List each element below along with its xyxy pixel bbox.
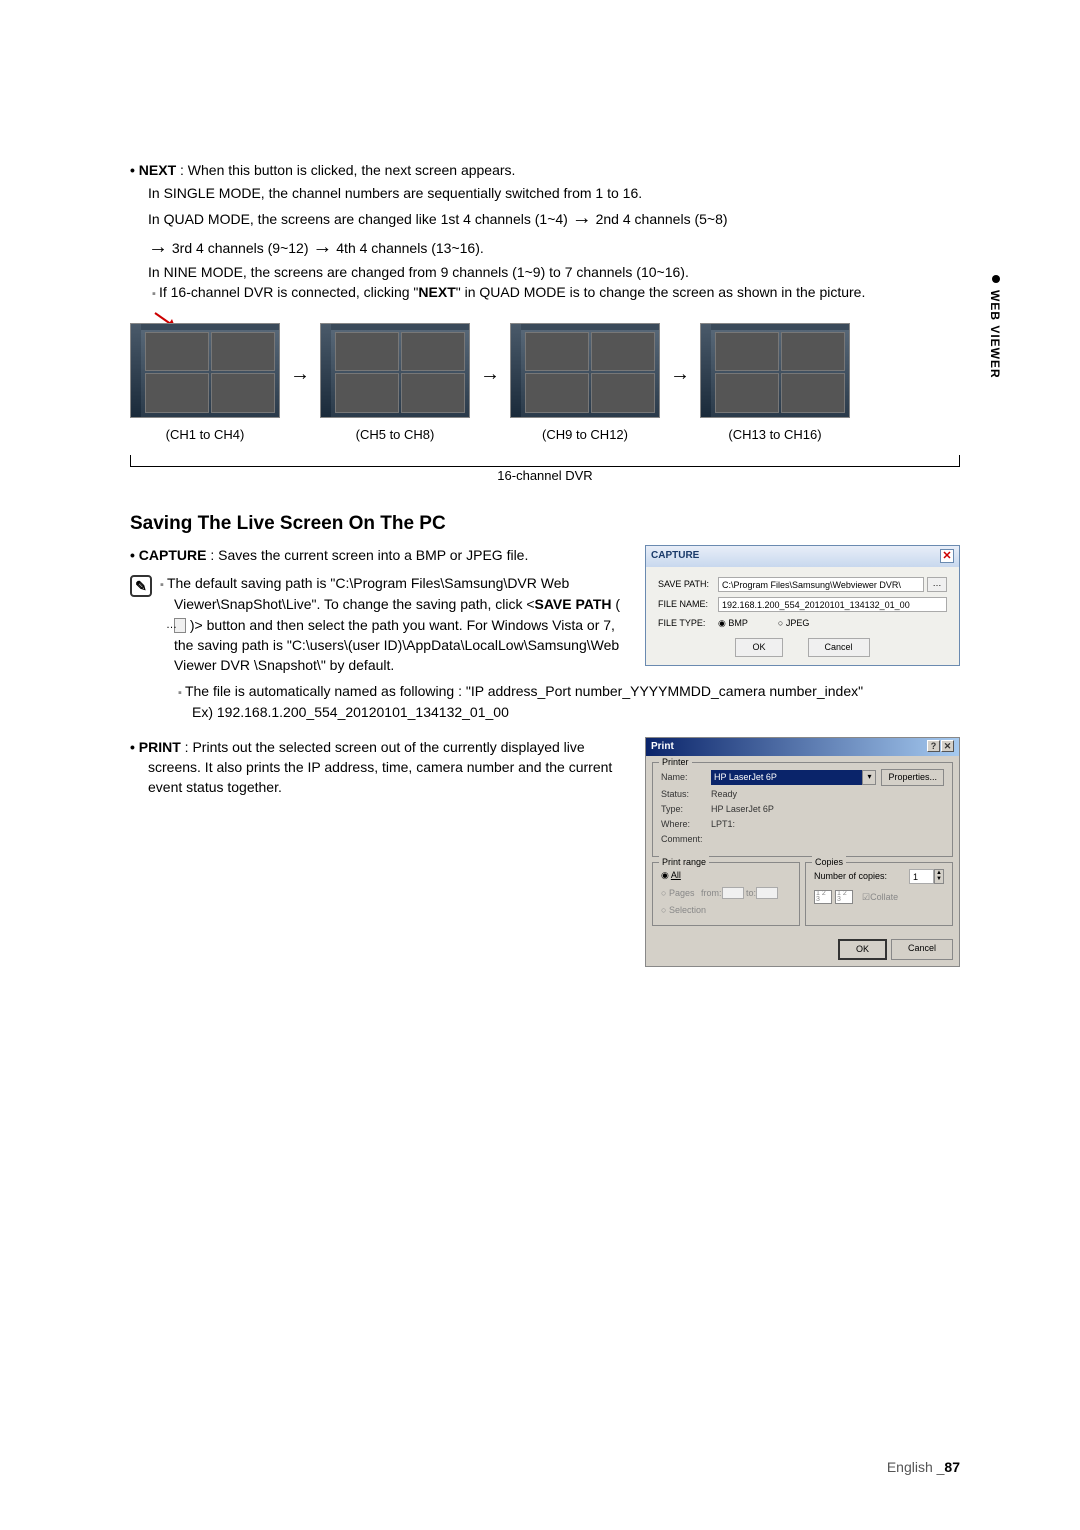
- next-line1: In SINGLE MODE, the channel numbers are …: [148, 183, 960, 203]
- bracket: [130, 455, 960, 467]
- next-line3: 3rd 4 channels (9~12) 4th 4 channels (13…: [148, 233, 960, 262]
- comment-label: Comment:: [661, 833, 711, 846]
- collate-icon: 1 2 3: [835, 890, 853, 904]
- where-value: LPT1:: [711, 818, 735, 831]
- capture-note2-ex: Ex) 192.168.1.200_554_20120101_134132_01…: [178, 702, 960, 722]
- print-dialog: Print ? ✕ Printer Name: HP LaserJet 6P ▾…: [645, 737, 960, 967]
- close-icon[interactable]: ✕: [941, 740, 954, 752]
- printer-group: Printer Name: HP LaserJet 6P ▾ Propertie…: [652, 762, 953, 857]
- help-icon[interactable]: ?: [927, 740, 940, 752]
- ch-label-2: (CH5 to CH8): [320, 426, 470, 445]
- arrow-icon: [572, 207, 592, 229]
- type-value: HP LaserJet 6P: [711, 803, 774, 816]
- quad-group-4: (CH13 to CH16): [700, 323, 850, 445]
- section-heading: Saving The Live Screen On The PC: [130, 510, 960, 538]
- print-dialog-title: Print: [651, 740, 674, 755]
- cancel-button[interactable]: Cancel: [891, 939, 953, 960]
- print-section: PRINT : Prints out the selected screen o…: [130, 737, 960, 967]
- radio-jpeg[interactable]: JPEG: [778, 617, 809, 630]
- arrow-icon: [290, 360, 310, 389]
- save-path-input[interactable]: C:\Program Files\Samsung\Webviewer DVR\: [718, 577, 924, 592]
- name-label: Name:: [661, 771, 711, 784]
- ok-button[interactable]: OK: [838, 939, 887, 960]
- copies-label: Number of copies:: [814, 870, 909, 883]
- capture-bullet: CAPTURE : Saves the current screen into …: [148, 545, 625, 565]
- browse-button[interactable]: …: [927, 577, 947, 592]
- chevron-down-icon[interactable]: ▾: [862, 770, 876, 785]
- radio-bmp[interactable]: BMP: [718, 617, 748, 630]
- save-path-button-icon: …: [174, 618, 186, 633]
- save-path-label: SAVE PATH:: [658, 578, 718, 591]
- copies-input[interactable]: 1: [909, 869, 934, 884]
- quad-group-2: (CH5 to CH8): [320, 323, 470, 445]
- radio-selection: [661, 905, 669, 915]
- properties-button[interactable]: Properties...: [881, 769, 944, 786]
- copies-group: Copies Number of copies: 1 ▲▼ 1 2 3 1 2 …: [805, 862, 953, 925]
- side-bullet: [992, 275, 1000, 283]
- quad-group-1: (CH1 to CH4): [130, 323, 280, 445]
- quad-group-3: (CH9 to CH12): [510, 323, 660, 445]
- type-label: Type:: [661, 803, 711, 816]
- collate-icon: 1 2 3: [814, 890, 832, 904]
- capture-section: CAPTURE : Saves the current screen into …: [130, 545, 960, 675]
- page-footer: English _87: [887, 1459, 960, 1475]
- ok-button[interactable]: OK: [735, 638, 782, 657]
- ch-label-3: (CH9 to CH12): [510, 426, 660, 445]
- capture-dialog: CAPTURE ✕ SAVE PATH: C:\Program Files\Sa…: [645, 545, 960, 666]
- print-range-group: Print range All Pages from: to: Selectio…: [652, 862, 800, 925]
- quad-sequence: (CH1 to CH4) (CH5 to CH8) (CH9 to CH12) …: [130, 323, 960, 486]
- capture-dialog-title: CAPTURE: [651, 549, 699, 564]
- capture-note1: The default saving path is "C:\Program F…: [160, 573, 625, 675]
- print-label: PRINT: [139, 739, 181, 755]
- spinner[interactable]: ▲▼: [934, 869, 944, 884]
- cancel-button[interactable]: Cancel: [808, 638, 870, 657]
- arrow-icon: [480, 360, 500, 389]
- print-desc: : Prints out the selected screen out of …: [148, 739, 612, 796]
- close-icon[interactable]: ✕: [940, 549, 954, 563]
- arrow-icon: [312, 236, 332, 258]
- radio-pages: [661, 888, 669, 898]
- capture-note-row: ✎ The default saving path is "C:\Program…: [130, 573, 625, 675]
- next-line4: In NINE MODE, the screens are changed fr…: [148, 262, 960, 282]
- next-line2: In QUAD MODE, the screens are changed li…: [148, 204, 960, 233]
- main-content: NEXT : When this button is clicked, the …: [130, 160, 960, 967]
- next-label: NEXT: [139, 162, 176, 178]
- capture-note2: The file is automatically named as follo…: [178, 681, 960, 702]
- capture-desc: : Saves the current screen into a BMP or…: [206, 547, 528, 563]
- printer-select[interactable]: HP LaserJet 6P: [711, 770, 862, 785]
- file-name-input[interactable]: 192.168.1.200_554_20120101_134132_01_00: [718, 597, 947, 612]
- capture-label: CAPTURE: [139, 547, 207, 563]
- dvr-label: 16-channel DVR: [130, 467, 960, 486]
- file-type-label: FILE TYPE:: [658, 617, 718, 630]
- arrow-icon: [148, 236, 168, 258]
- next-desc: : When this button is clicked, the next …: [176, 162, 515, 178]
- print-bullet: PRINT : Prints out the selected screen o…: [148, 737, 625, 798]
- section-tab: WEB VIEWER: [988, 290, 1002, 379]
- ch-label-1: (CH1 to CH4): [130, 426, 280, 445]
- next-note: If 16-channel DVR is connected, clicking…: [166, 282, 960, 303]
- note-icon: ✎: [130, 575, 152, 597]
- ch-label-4: (CH13 to CH16): [700, 426, 850, 445]
- where-label: Where:: [661, 818, 711, 831]
- arrow-icon: [670, 360, 690, 389]
- file-name-label: FILE NAME:: [658, 598, 718, 611]
- status-label: Status:: [661, 788, 711, 801]
- status-value: Ready: [711, 788, 737, 801]
- next-bullet: NEXT : When this button is clicked, the …: [148, 160, 960, 180]
- radio-all[interactable]: [661, 870, 671, 880]
